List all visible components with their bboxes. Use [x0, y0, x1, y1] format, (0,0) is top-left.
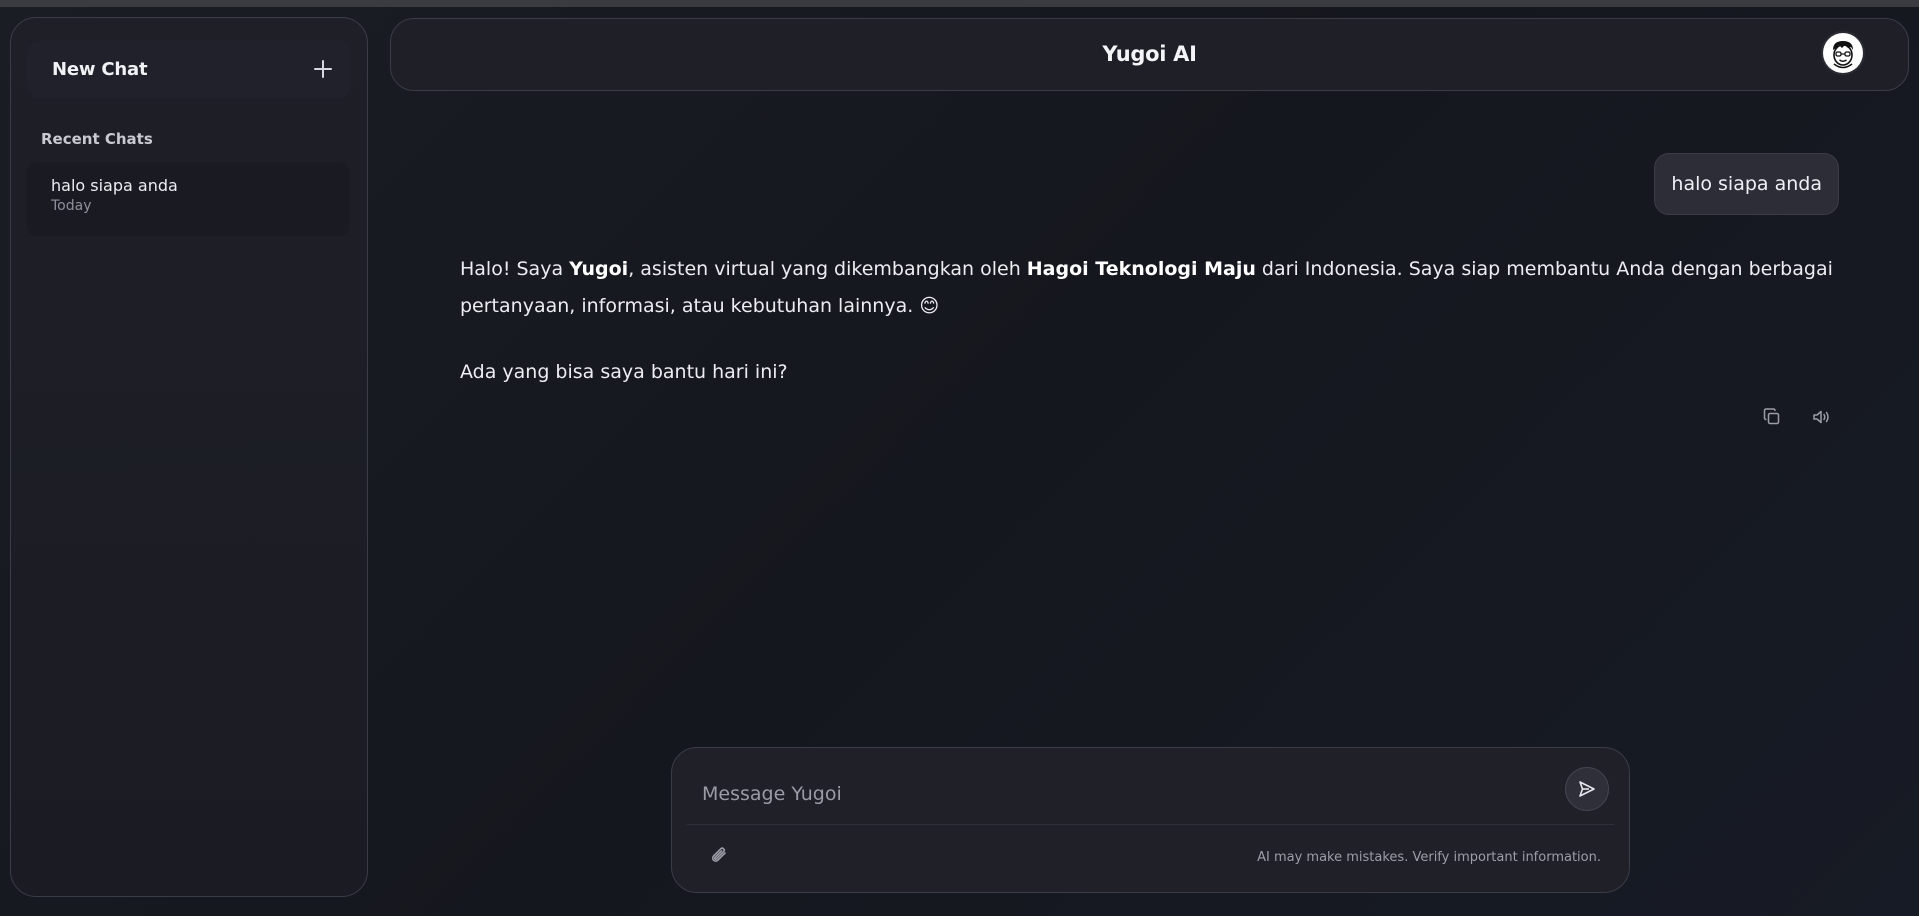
- top-header: Yugoi AI: [390, 18, 1909, 91]
- page-title: Yugoi AI: [1102, 42, 1197, 66]
- message-input[interactable]: [700, 778, 1544, 810]
- send-icon: [1579, 781, 1595, 797]
- paperclip-icon[interactable]: [707, 844, 731, 868]
- message-composer: AI may make mistakes. Verify important i…: [671, 747, 1630, 893]
- avatar-face-icon: [1824, 34, 1862, 72]
- plus-icon[interactable]: [313, 59, 333, 79]
- window-top-bar: [0, 0, 1919, 7]
- app-root: New Chat Recent Chats halo siapa anda To…: [0, 7, 1919, 916]
- send-button[interactable]: [1565, 767, 1609, 811]
- new-chat-button[interactable]: New Chat: [27, 40, 351, 98]
- composer-divider: [687, 824, 1614, 825]
- assistant-paragraph-2: Ada yang bisa saya bantu hari ini?: [460, 361, 788, 383]
- company-name: Hagoi Teknologi Maju: [1026, 258, 1256, 280]
- speaker-icon[interactable]: [1811, 407, 1831, 427]
- recent-chat-date: Today: [51, 198, 92, 214]
- user-message-bubble: halo siapa anda: [1654, 153, 1839, 215]
- recent-chats-heading: Recent Chats: [41, 130, 153, 148]
- assistant-name: Yugoi: [569, 258, 629, 280]
- assistant-message: Halo! Saya Yugoi, asisten virtual yang d…: [460, 251, 1840, 391]
- assistant-text-part: , asisten virtual yang dikembangkan oleh: [628, 258, 1027, 280]
- assistant-text-part: Halo! Saya: [460, 258, 570, 280]
- copy-icon[interactable]: [1762, 407, 1782, 427]
- message-actions: [1762, 407, 1831, 427]
- recent-chat-item[interactable]: halo siapa anda Today: [27, 162, 349, 236]
- assistant-paragraph-1: Halo! Saya Yugoi, asisten virtual yang d…: [460, 251, 1840, 325]
- new-chat-label: New Chat: [52, 58, 148, 80]
- recent-chat-title: halo siapa anda: [51, 176, 178, 195]
- smile-emoji: 😊: [919, 295, 940, 317]
- sidebar: New Chat Recent Chats halo siapa anda To…: [10, 17, 368, 897]
- disclaimer-text: AI may make mistakes. Verify important i…: [1257, 850, 1601, 865]
- user-avatar-icon[interactable]: [1823, 33, 1863, 73]
